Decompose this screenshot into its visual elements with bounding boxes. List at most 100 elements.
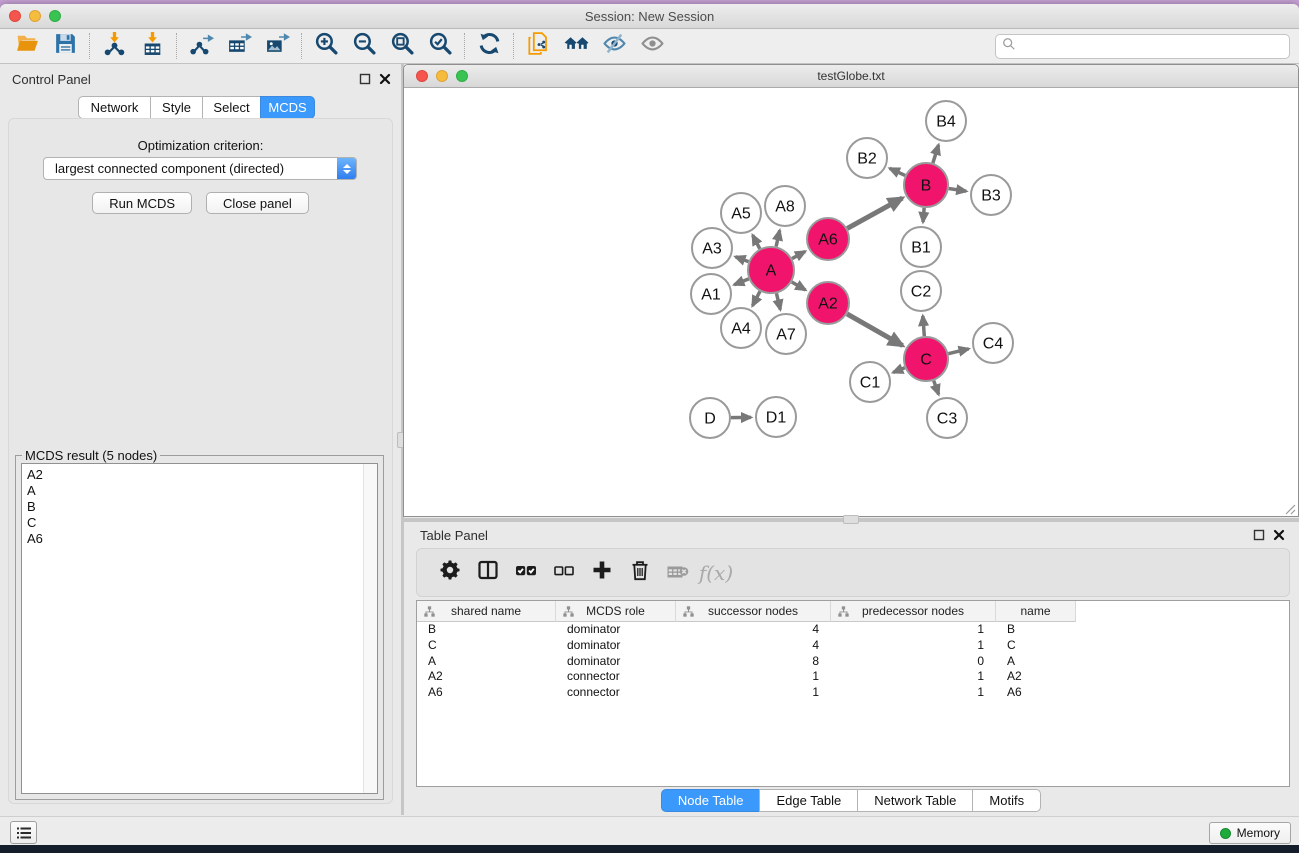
refresh-button[interactable]	[470, 31, 508, 61]
zoom-window-button[interactable]	[49, 10, 61, 22]
node-A5[interactable]: A5	[721, 193, 761, 233]
hide-panel-button[interactable]	[595, 31, 633, 61]
delete-column-button[interactable]	[621, 556, 659, 590]
network-canvas[interactable]: AA6A2BCA5A8A3A1A4A7B2B4B3B1C2C4C1C3DD1	[405, 89, 1297, 516]
tab-mcds[interactable]: MCDS	[260, 96, 315, 119]
mcds-result-item[interactable]: A	[27, 483, 377, 499]
node-C1[interactable]: C1	[850, 362, 890, 402]
edge-A-A7[interactable]	[776, 293, 780, 309]
copy-document-button[interactable]	[519, 31, 557, 61]
cell-shared-name[interactable]: A	[417, 654, 556, 670]
close-table-panel-icon[interactable]	[1273, 528, 1285, 540]
cell-shared-name[interactable]: C	[417, 638, 556, 654]
export-table-button[interactable]	[220, 31, 258, 61]
cell-shared-name[interactable]: A6	[417, 685, 556, 701]
float-panel-icon[interactable]	[359, 72, 371, 84]
node-C4[interactable]: C4	[973, 323, 1013, 363]
cell-MCDS-role[interactable]: dominator	[556, 622, 676, 638]
cell-shared-name[interactable]: A2	[417, 669, 556, 685]
tab-style[interactable]: Style	[150, 96, 203, 119]
node-A2[interactable]: A2	[807, 282, 849, 324]
mcds-result-scrollbar[interactable]	[363, 464, 377, 793]
tab-select[interactable]: Select	[202, 96, 261, 119]
column-header-successor-nodes[interactable]: successor nodes	[676, 601, 831, 622]
cell-name[interactable]: A6	[996, 685, 1076, 701]
network-zoom-button[interactable]	[456, 70, 468, 82]
zoom-selected-button[interactable]	[421, 31, 459, 61]
resize-corner-icon[interactable]	[1284, 503, 1296, 515]
mcds-result-item[interactable]: A2	[27, 467, 377, 483]
add-column-button[interactable]	[583, 556, 621, 590]
cell-predecessor-nodes[interactable]: 1	[831, 685, 996, 701]
save-session-button[interactable]	[46, 31, 84, 61]
edge-A-A8[interactable]	[776, 230, 780, 246]
node-C2[interactable]: C2	[901, 271, 941, 311]
cell-successor-nodes[interactable]: 1	[676, 669, 831, 685]
edge-A-A1[interactable]	[734, 279, 749, 285]
cell-predecessor-nodes[interactable]: 1	[831, 669, 996, 685]
edge-A-A5[interactable]	[753, 235, 760, 249]
node-A1[interactable]: A1	[691, 274, 731, 314]
node-D[interactable]: D	[690, 398, 730, 438]
table-row[interactable]: Cdominator41C	[417, 638, 1289, 654]
node-B2[interactable]: B2	[847, 138, 887, 178]
network-close-button[interactable]	[416, 70, 428, 82]
mcds-result-item[interactable]: C	[27, 515, 377, 531]
tab-network[interactable]: Network	[78, 96, 151, 119]
zoom-out-button[interactable]	[345, 31, 383, 61]
columns-button[interactable]	[469, 556, 507, 590]
deselect-all-checkboxes-button[interactable]	[545, 556, 583, 590]
cell-MCDS-role[interactable]: dominator	[556, 654, 676, 670]
table-row[interactable]: A6connector11A6	[417, 685, 1289, 701]
cell-successor-nodes[interactable]: 4	[676, 638, 831, 654]
table-row[interactable]: Bdominator41B	[417, 622, 1289, 638]
close-panel-button[interactable]: Close panel	[206, 192, 309, 214]
cell-name[interactable]: A2	[996, 669, 1076, 685]
cell-predecessor-nodes[interactable]: 1	[831, 638, 996, 654]
criterion-select[interactable]: largest connected component (directed)	[43, 157, 357, 180]
cell-MCDS-role[interactable]: dominator	[556, 638, 676, 654]
cell-MCDS-role[interactable]: connector	[556, 685, 676, 701]
edge-C-C3[interactable]	[934, 381, 939, 395]
run-mcds-button[interactable]: Run MCDS	[92, 192, 192, 214]
import-table-button[interactable]	[133, 31, 171, 61]
node-B3[interactable]: B3	[971, 175, 1011, 215]
cell-predecessor-nodes[interactable]: 0	[831, 654, 996, 670]
edge-B-B2[interactable]	[890, 168, 905, 175]
tab-motifs[interactable]: Motifs	[972, 789, 1041, 812]
mcds-result-item[interactable]: B	[27, 499, 377, 515]
open-session-button[interactable]	[8, 31, 46, 61]
cell-MCDS-role[interactable]: connector	[556, 669, 676, 685]
export-image-button[interactable]	[258, 31, 296, 61]
cell-name[interactable]: C	[996, 638, 1076, 654]
export-network-button[interactable]	[182, 31, 220, 61]
edge-B-B1[interactable]	[923, 208, 924, 222]
minimize-window-button[interactable]	[29, 10, 41, 22]
memory-button[interactable]: Memory	[1209, 822, 1291, 844]
cell-successor-nodes[interactable]: 1	[676, 685, 831, 701]
show-panel-button[interactable]	[633, 31, 671, 61]
node-A[interactable]: A	[748, 247, 794, 293]
home-button[interactable]	[557, 31, 595, 61]
import-network-button[interactable]	[95, 31, 133, 61]
node-D1[interactable]: D1	[756, 397, 796, 437]
column-header-MCDS-role[interactable]: MCDS role	[556, 601, 676, 622]
tab-edge-table[interactable]: Edge Table	[759, 789, 858, 812]
edge-C-C2[interactable]	[923, 316, 924, 336]
cell-predecessor-nodes[interactable]: 1	[831, 622, 996, 638]
zoom-in-button[interactable]	[307, 31, 345, 61]
cell-name[interactable]: B	[996, 622, 1076, 638]
column-header-predecessor-nodes[interactable]: predecessor nodes	[831, 601, 996, 622]
tab-node-table[interactable]: Node Table	[661, 789, 761, 812]
edge-A-A4[interactable]	[752, 291, 759, 305]
edge-B-B4[interactable]	[933, 145, 939, 163]
node-B4[interactable]: B4	[926, 101, 966, 141]
node-C[interactable]: C	[904, 337, 948, 381]
close-window-button[interactable]	[9, 10, 21, 22]
edge-A6-B[interactable]	[847, 198, 902, 228]
node-B[interactable]: B	[904, 163, 948, 207]
edge-C-C4[interactable]	[948, 349, 968, 354]
table-row[interactable]: A2connector11A2	[417, 669, 1289, 685]
tab-network-table[interactable]: Network Table	[857, 789, 973, 812]
node-C3[interactable]: C3	[927, 398, 967, 438]
